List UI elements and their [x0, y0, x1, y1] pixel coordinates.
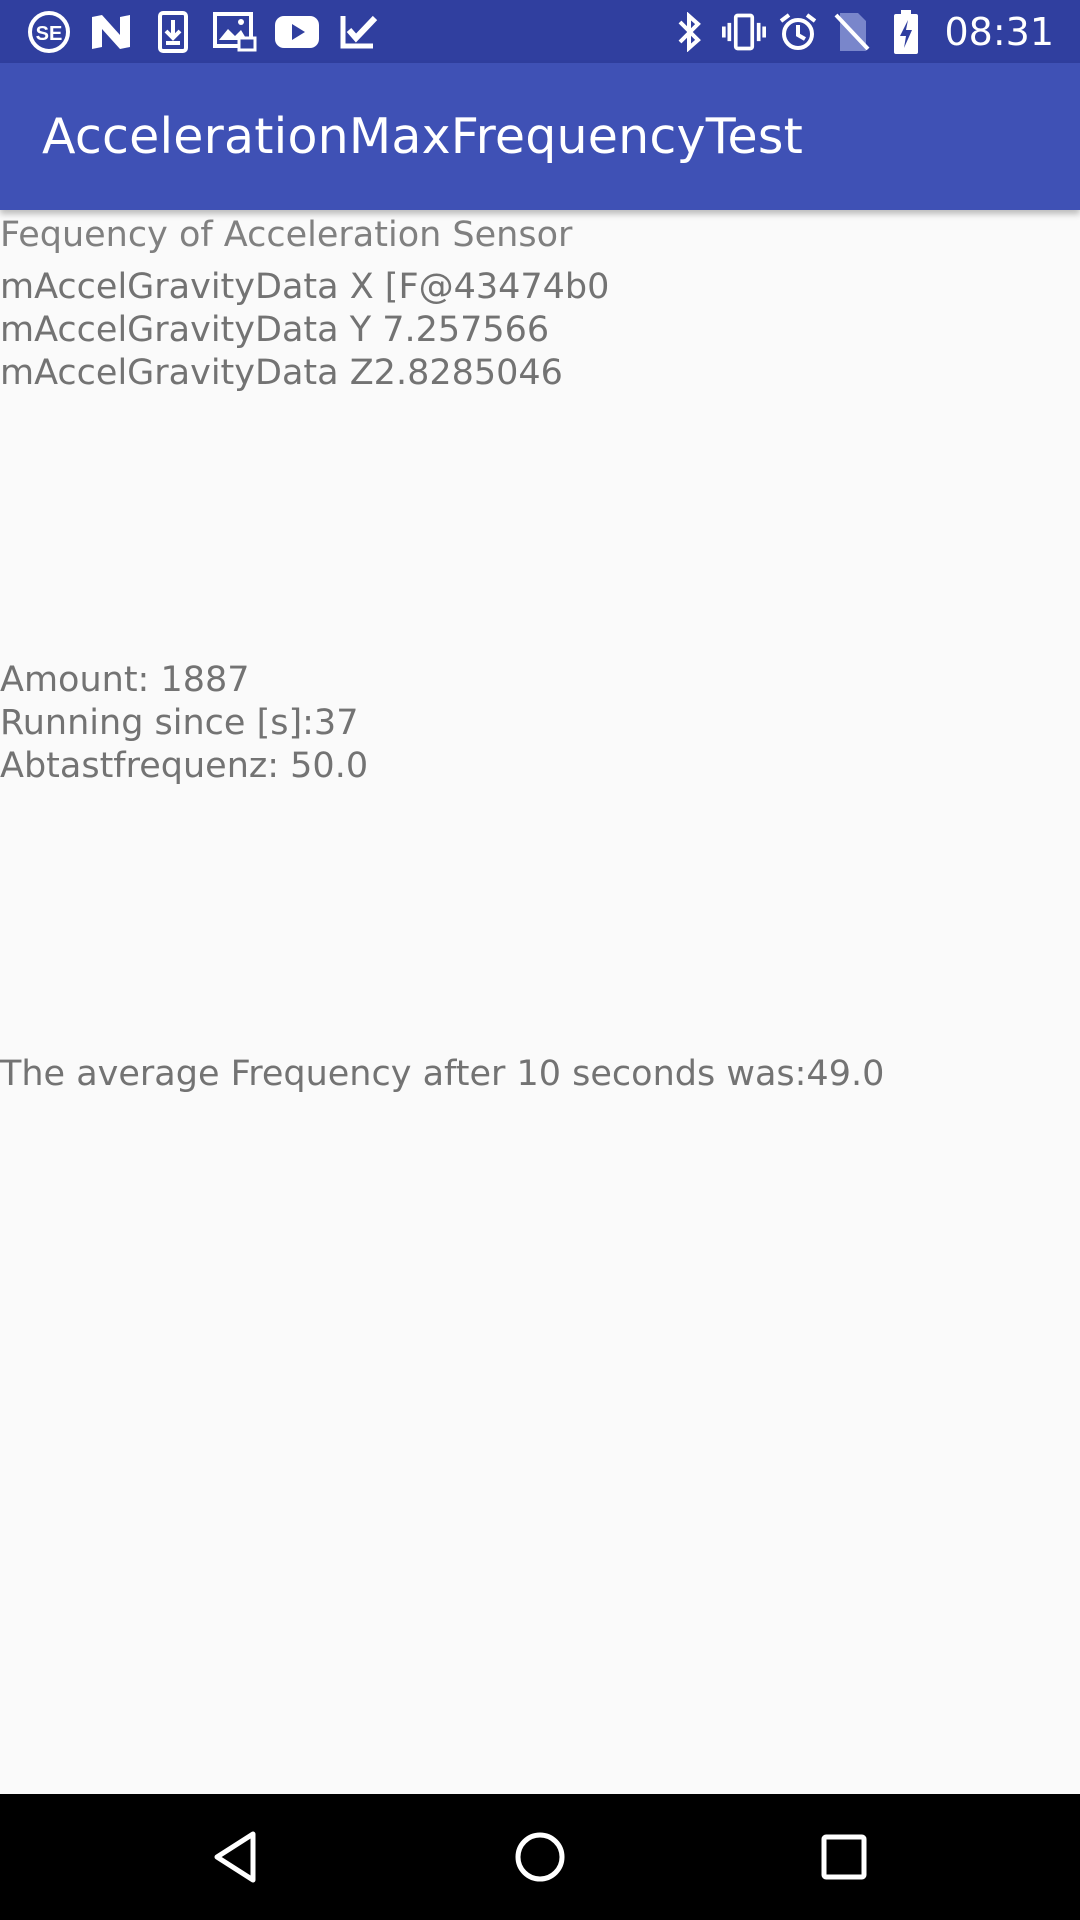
youtube-icon — [274, 9, 320, 55]
gravity-z-text: mAccelGravityData Z2.8285046 — [0, 353, 563, 393]
running-since-text: Running since [s]:37 — [0, 703, 359, 743]
status-bar-system: 08:31 — [668, 0, 1054, 63]
gravity-y-text: mAccelGravityData Y 7.257566 — [0, 310, 550, 350]
status-bar-notifications: SE — [26, 0, 398, 63]
app-bar: AccelerationMaxFrequencyTest — [0, 63, 1080, 210]
app-title: AccelerationMaxFrequencyTest — [42, 108, 804, 165]
download-icon — [150, 9, 196, 55]
sampling-frequency-text: Abtastfrequenz: 50.0 — [0, 746, 369, 786]
se-app-icon: SE — [26, 9, 72, 55]
task-check-icon — [336, 9, 382, 55]
vibrate-icon — [722, 9, 767, 55]
screen: SE 08:31 AccelerationMaxFrequencyTest Fe… — [0, 0, 1080, 1920]
status-bar: SE 08:31 — [0, 0, 1080, 63]
amount-text: Amount: 1887 — [0, 660, 250, 700]
home-icon[interactable] — [480, 1794, 600, 1920]
sensor-header: Fequency of Acceleration Sensor — [0, 215, 573, 255]
n-app-icon — [88, 9, 134, 55]
average-frequency-text: The average Frequency after 10 seconds w… — [0, 1054, 885, 1094]
battery-charging-icon — [884, 9, 928, 55]
alarm-icon — [776, 9, 820, 55]
navigation-bar — [0, 1794, 1080, 1920]
recents-icon[interactable] — [784, 1794, 904, 1920]
no-sim-icon — [830, 9, 874, 55]
back-icon[interactable] — [176, 1794, 296, 1920]
status-time: 08:31 — [944, 9, 1054, 54]
bluetooth-icon — [668, 9, 712, 55]
image-icon — [212, 9, 258, 55]
gravity-x-text: mAccelGravityData X [F@43474b0 — [0, 267, 610, 307]
svg-text:SE: SE — [36, 23, 63, 45]
